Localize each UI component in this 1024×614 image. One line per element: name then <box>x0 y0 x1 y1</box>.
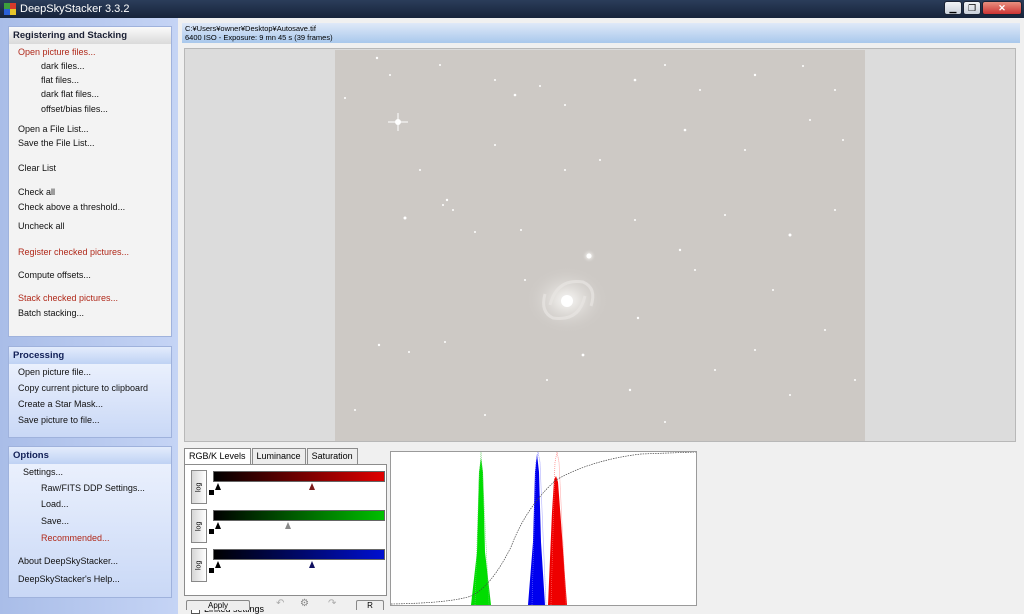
window-title: DeepSkyStacker 3.3.2 <box>20 3 130 15</box>
green-mid-marker[interactable] <box>285 522 292 529</box>
registering-list: Open picture files... dark files... flat f… <box>9 44 171 336</box>
info-bar: C:¥Users¥owner¥Desktop¥Autosave.tif 6400… <box>182 23 1020 43</box>
red-level-gradient[interactable] <box>213 471 385 482</box>
tab-luminance[interactable]: Luminance <box>251 448 306 464</box>
histogram-plot <box>390 451 697 606</box>
close-button[interactable]: ✕ <box>982 1 1022 15</box>
settings-icon[interactable]: ⚙ <box>300 598 309 609</box>
menu-item[interactable]: Copy current picture to clipboard <box>18 383 148 393</box>
file-path: C:¥Users¥owner¥Desktop¥Autosave.tif <box>185 24 316 33</box>
menu-item[interactable]: Recommended... <box>41 533 110 543</box>
red-level-row: log <box>191 467 386 504</box>
menu-item[interactable]: DeepSkyStacker's Help... <box>18 574 120 584</box>
restore-icon: ❐ <box>967 2 977 13</box>
tab-saturation[interactable]: Saturation <box>306 448 358 464</box>
histogram-blue-channel <box>528 454 545 605</box>
menu-item[interactable]: About DeepSkyStacker... <box>18 556 118 566</box>
picture-viewer[interactable] <box>184 48 1016 442</box>
close-icon: ✕ <box>998 2 1006 13</box>
histogram-transfer-curve <box>390 451 697 605</box>
options-title: Options <box>9 447 171 464</box>
menu-item[interactable]: flat files... <box>41 75 79 85</box>
menu-item[interactable]: Check above a threshold... <box>18 202 125 212</box>
main-area: C:¥Users¥owner¥Desktop¥Autosave.tif 6400… <box>178 18 1024 614</box>
apply-button[interactable]: Apply <box>186 600 250 610</box>
menu-item[interactable]: Load... <box>41 499 69 509</box>
menu-item[interactable]: Save picture to file... <box>18 415 100 425</box>
histogram <box>390 451 697 606</box>
bottom-toolbar: Apply ↶ ⚙ ↷ R <box>186 598 386 612</box>
red-black-point-marker[interactable] <box>209 490 214 495</box>
menu-item[interactable]: Uncheck all <box>18 221 65 231</box>
menu-item[interactable]: Clear List <box>18 163 56 173</box>
menu-item[interactable]: Open picture files... <box>18 47 96 57</box>
red-low-marker[interactable] <box>215 483 221 490</box>
processing-title: Processing <box>9 347 171 364</box>
title-bar: DeepSkyStacker 3.3.2 ▁ ❐ ✕ <box>0 0 1024 18</box>
menu-item[interactable]: Batch stacking... <box>18 308 84 318</box>
options-list: Settings... Raw/FITS DDP Settings... Load.… <box>9 464 171 597</box>
exposure-info: 6400 ISO - Exposure: 9 mn 45 s (39 frame… <box>185 33 333 42</box>
menu-item[interactable]: Register checked pictures... <box>18 247 129 257</box>
processing-section: Processing Open picture file... Copy curr… <box>8 346 172 438</box>
menu-item[interactable]: Save... <box>41 516 69 526</box>
menu-item[interactable]: Create a Star Mask... <box>18 399 103 409</box>
minimize-icon: ▁ <box>949 2 957 13</box>
menu-item[interactable]: Compute offsets... <box>18 270 91 280</box>
menu-item[interactable]: Raw/FITS DDP Settings... <box>41 483 145 493</box>
red-log-button[interactable]: log <box>191 470 207 504</box>
red-mid-marker[interactable] <box>309 483 316 490</box>
menu-item[interactable]: dark flat files... <box>41 89 99 99</box>
menu-item[interactable]: Stack checked pictures... <box>18 293 118 303</box>
app-icon <box>4 3 16 15</box>
blue-mid-marker[interactable] <box>309 561 316 568</box>
blue-low-marker[interactable] <box>215 561 221 568</box>
reset-button[interactable]: R <box>356 600 384 610</box>
maximize-button[interactable]: ❐ <box>963 1 981 15</box>
menu-item[interactable]: offset/bias files... <box>41 104 108 114</box>
tab-rgb-levels[interactable]: RGB/K Levels <box>184 448 251 465</box>
processing-list: Open picture file... Copy current picture… <box>9 364 171 437</box>
green-level-gradient[interactable] <box>213 510 385 521</box>
green-low-marker[interactable] <box>215 522 221 529</box>
registering-section: Registering and Stacking Open picture fi… <box>8 26 172 337</box>
options-section: Options Settings... Raw/FITS DDP Settings… <box>8 446 172 598</box>
menu-item[interactable]: Check all <box>18 187 55 197</box>
green-level-row: log <box>191 506 386 543</box>
menu-item[interactable]: Settings... <box>23 467 63 477</box>
levels-panel: log log log Linked settings <box>184 464 387 614</box>
menu-item[interactable]: dark files... <box>41 61 85 71</box>
undo-icon[interactable]: ↶ <box>276 598 284 609</box>
menu-item[interactable]: Open picture file... <box>18 367 91 377</box>
blue-level-gradient[interactable] <box>213 549 385 560</box>
green-log-button[interactable]: log <box>191 509 207 543</box>
blue-level-row: log <box>191 545 386 582</box>
menu-item[interactable]: Open a File List... <box>18 124 89 134</box>
minimize-button[interactable]: ▁ <box>944 1 962 15</box>
menu-item[interactable]: Save the File List... <box>18 138 95 148</box>
histogram-red-channel <box>548 476 567 605</box>
green-black-point-marker[interactable] <box>209 529 214 534</box>
redo-icon[interactable]: ↷ <box>328 598 336 609</box>
blue-black-point-marker[interactable] <box>209 568 214 573</box>
task-panel: Registering and Stacking Open picture fi… <box>0 18 178 614</box>
blue-log-button[interactable]: log <box>191 548 207 582</box>
stacked-picture[interactable] <box>335 50 865 441</box>
registering-title: Registering and Stacking <box>9 27 171 44</box>
